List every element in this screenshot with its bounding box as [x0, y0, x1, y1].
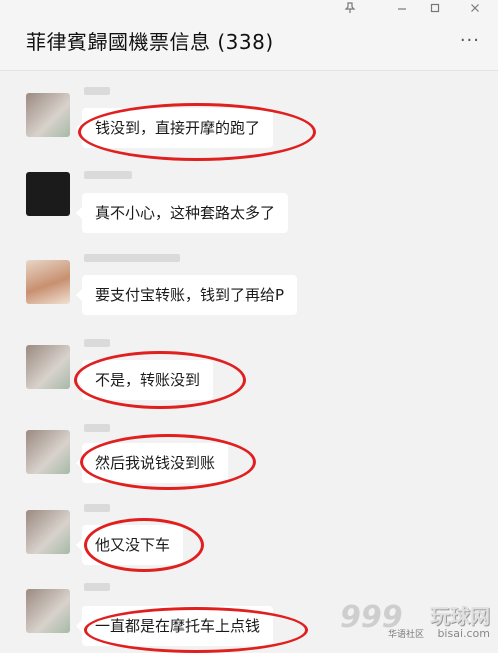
minimize-icon[interactable] [392, 2, 412, 18]
maximize-icon[interactable] [425, 2, 445, 18]
avatar[interactable] [26, 589, 70, 633]
watermark-logo: 999 玩球网 华语社区 bisai.com [340, 600, 490, 640]
avatar[interactable] [26, 93, 70, 137]
sender-name [84, 504, 110, 512]
more-icon[interactable]: ··· [460, 32, 480, 50]
sender-name [84, 171, 132, 179]
message-bubble[interactable]: 钱没到，直接开摩的跑了 [75, 108, 274, 148]
message-bubble[interactable]: 要支付宝转账，钱到了再给P [75, 275, 298, 315]
sender-name [84, 254, 180, 262]
watermark-domain: bisai.com [437, 627, 490, 640]
message-bubble[interactable]: 一直都是在摩托车上点钱 [75, 606, 274, 646]
avatar[interactable] [26, 510, 70, 554]
sender-name [84, 583, 110, 591]
chat-title: 菲律賓歸國機票信息 (338) [26, 30, 274, 54]
pin-icon[interactable] [340, 2, 360, 18]
message-bubble[interactable]: 然后我说钱没到账 [75, 443, 229, 483]
avatar[interactable] [26, 430, 70, 474]
sender-name [84, 339, 110, 347]
watermark-brand: 玩球网 [430, 604, 490, 628]
title-bar: 菲律賓歸國機票信息 (338) ··· [0, 0, 498, 71]
message-bubble[interactable]: 真不小心，这种套路太多了 [75, 193, 289, 233]
watermark-small: 华语社区 [388, 630, 425, 640]
message-bubble[interactable]: 他又没下车 [75, 525, 184, 565]
avatar[interactable] [26, 260, 70, 304]
message-bubble[interactable]: 不是，转账没到 [75, 360, 214, 400]
avatar[interactable] [26, 345, 70, 389]
avatar[interactable] [26, 172, 70, 216]
sender-name [84, 424, 110, 432]
sender-name [84, 87, 110, 95]
close-icon[interactable] [465, 2, 485, 18]
